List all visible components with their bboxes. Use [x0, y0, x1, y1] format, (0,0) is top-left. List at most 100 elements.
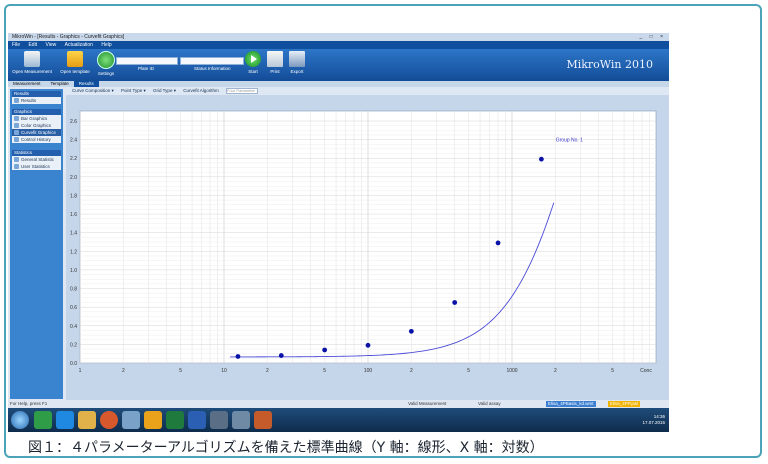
open-measurement-label: Open Measurement [12, 69, 52, 74]
clock-date: 17.07.2015 [642, 420, 665, 425]
status-file-2: Elisa_4PP.pwl [608, 401, 641, 407]
app-icon-4[interactable] [210, 411, 228, 429]
export-label: Export [290, 69, 304, 74]
data-point [235, 354, 241, 359]
plate-id-field[interactable] [116, 57, 178, 65]
sidebar: Results Results Graphics Bar Graphics Co… [10, 89, 63, 399]
data-point [408, 328, 414, 334]
y-tick-label: 2.0 [70, 175, 77, 181]
system-clock: 14:36 17.07.2015 [642, 414, 665, 426]
window-title: MikroWin - [Results - Graphics - Curvefi… [12, 34, 125, 40]
sidebar-item-user-statistics[interactable]: User Statistics [12, 163, 61, 170]
x-tick-label: 10 [221, 368, 227, 374]
statistics-group: Statistics General Statistic User Statis… [12, 150, 61, 170]
excel-icon[interactable] [166, 411, 184, 429]
window-controls[interactable]: _ □ × [640, 33, 667, 41]
start-label: Start [248, 69, 258, 74]
y-tick-label: 1.2 [70, 249, 77, 255]
figure-caption: 図１：４パラメーターアルゴリズムを備えた標準曲線（Y 軸：線形、X 軸：対数） [28, 440, 544, 456]
app-icon-3[interactable] [144, 411, 162, 429]
word-icon[interactable] [188, 411, 206, 429]
sidebar-item-bar-graphics[interactable]: Bar Graphics [12, 115, 61, 122]
tab-measurement[interactable]: Measurement [8, 81, 46, 87]
y-tick-label: 0.0 [70, 361, 77, 367]
grid-type-menu[interactable]: Grid Type ▾ [153, 88, 176, 93]
start-button[interactable]: Start [244, 51, 262, 74]
sidebar-item-curvefit-graphics[interactable]: Curvefit Graphics [12, 129, 61, 136]
open-measurement-button[interactable]: Open Measurement [12, 51, 52, 74]
y-tick-label: 1.0 [70, 268, 77, 274]
folder-icon[interactable] [78, 411, 96, 429]
taskbar: 14:36 17.07.2015 [8, 408, 669, 432]
curvefit-chart: 0.0 0.2 0.4 0.6 0.8 1.0 1.2 1.4 1.6 1.8 2.0 2.2 2.4 2… [70, 110, 657, 374]
data-point [452, 300, 458, 305]
y-tick-label: 2.2 [70, 156, 77, 162]
data-point [322, 347, 328, 353]
x-tick-label: 2 [410, 368, 413, 374]
graph-toolbar: Curve Composition ▾ Point Type ▾ Grid Ty… [66, 87, 669, 94]
print-button[interactable]: Print [266, 51, 284, 74]
firefox-icon[interactable] [100, 411, 118, 429]
y-tick-label: 1.8 [70, 193, 77, 199]
menu-help[interactable]: Help [101, 42, 111, 48]
plate-id-label: Plate ID [138, 66, 155, 71]
sidebar-item-control-history[interactable]: Control History [12, 136, 61, 143]
data-point [538, 156, 544, 162]
x-tick-label: 1000 [506, 368, 517, 374]
point-type-menu[interactable]: Point Type ▾ [121, 88, 146, 93]
status-help: For Help, press F1 [10, 401, 48, 406]
play-icon [245, 51, 261, 67]
open-template-button[interactable]: Open template [58, 51, 92, 74]
x-tick-label: 100 [364, 368, 373, 374]
app-brand: MikroWin 2010 [566, 58, 653, 71]
sidebar-item-results[interactable]: Results [12, 97, 61, 104]
print-icon [267, 51, 283, 67]
plot-area: 0.0 0.2 0.4 0.6 0.8 1.0 1.2 1.4 1.6 1.8 2.0 2.2 2.4 2… [66, 95, 669, 400]
status-field [180, 57, 244, 65]
y-tick-label: 1.4 [70, 231, 77, 237]
x-tick-label: 2 [266, 368, 269, 374]
y-tick-label: 2.6 [70, 119, 77, 125]
app-icon-5[interactable] [232, 411, 250, 429]
settings-button[interactable]: Settings [96, 51, 116, 76]
x-tick-label: 2 [122, 368, 125, 374]
curve-composition-menu[interactable]: Curve Composition ▾ [72, 88, 114, 93]
print-label: Print [270, 69, 280, 74]
sidebar-item-color-graphics[interactable]: Color Graphics [12, 122, 61, 129]
settings-label: Settings [97, 71, 115, 76]
x-tick-label: 5 [467, 368, 470, 374]
sidebar-item-general-statistic[interactable]: General Statistic [12, 156, 61, 163]
status-valid-assay: Valid assay [478, 401, 501, 406]
status-bar: For Help, press F1 Valid Measurement Val… [8, 400, 669, 408]
app-icon-2[interactable] [122, 411, 140, 429]
graphics-group: Graphics Bar Graphics Color Graphics Cur… [12, 109, 61, 143]
browser-icon[interactable] [56, 411, 74, 429]
data-point [495, 240, 501, 246]
x-tick-label: 2 [554, 368, 557, 374]
menu-edit[interactable]: Edit [28, 42, 37, 48]
open-measurement-icon [24, 51, 40, 67]
data-point [278, 353, 284, 358]
y-tick-label: 0.6 [70, 305, 77, 311]
export-icon [289, 51, 305, 67]
x-axis-label: Conc [640, 368, 652, 374]
ribbon: Open Measurement Open template Settings … [8, 49, 669, 81]
mikrowin-icon[interactable] [254, 411, 272, 429]
y-tick-label: 2.4 [70, 138, 77, 144]
status-file-1: Elisa_4PBasis_kd.wmt [546, 401, 596, 407]
app-icon[interactable] [34, 411, 52, 429]
menu-file[interactable]: File [12, 42, 20, 48]
menu-actualization[interactable]: Actualization [65, 42, 93, 48]
algorithm-field[interactable]: Four Parameter [226, 87, 258, 94]
curvefit-algorithm-label: Curvefit Algorithm [183, 88, 219, 93]
export-button[interactable]: Export [288, 51, 306, 74]
y-tick-label: 1.6 [70, 212, 77, 218]
menu-view[interactable]: View [45, 42, 56, 48]
x-tick-label: 5 [179, 368, 182, 374]
results-group: Results Results [12, 91, 61, 104]
x-tick-label: 5 [611, 368, 614, 374]
series-label: Group No. 1 [556, 137, 583, 143]
menu-bar: File Edit View Actualization Help [8, 41, 669, 49]
start-orb-icon[interactable] [11, 411, 29, 429]
status-valid-measurement: Valid Measurement [408, 401, 447, 406]
